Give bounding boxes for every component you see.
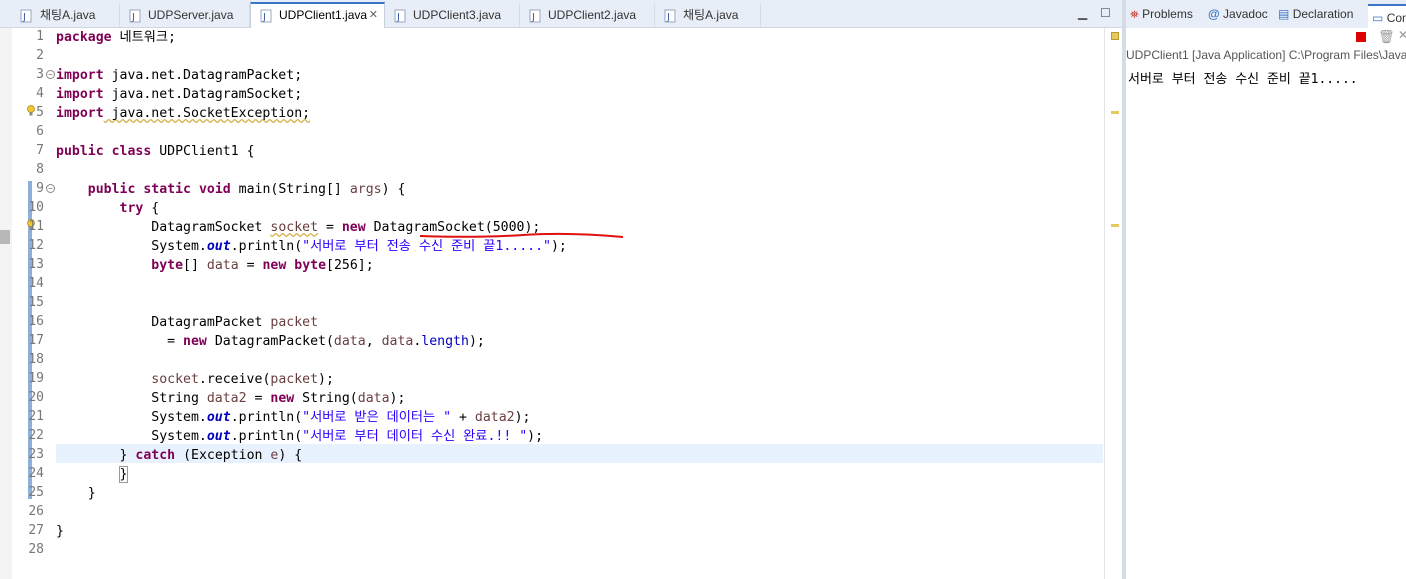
code-line-7: public class UDPClient1 { <box>56 144 255 159</box>
code-line-3: import java.net.DatagramPacket; <box>56 68 303 83</box>
warning-summary-icon[interactable] <box>1111 32 1119 40</box>
code-line-16: DatagramPacket packet <box>151 315 319 330</box>
code-line-4: import java.net.DatagramSocket; <box>56 87 303 102</box>
line-number: 21 <box>28 409 44 424</box>
java-file-icon: J <box>260 9 272 23</box>
tab-label: UDPClient2.java <box>548 8 637 22</box>
java-file-icon: J <box>394 9 406 23</box>
line-number: 11 <box>28 219 44 234</box>
tab-label: UDPServer.java <box>148 8 234 22</box>
code-line-1: package 네트워크; <box>56 30 176 45</box>
console-header: UDPClient1 [Java Application] C:\Program… <box>1126 48 1406 62</box>
tab-declaration[interactable]: ▤ Declaration <box>1278 7 1353 21</box>
panel-separator[interactable] <box>1122 0 1126 579</box>
svg-text:J: J <box>396 12 400 23</box>
remove-all-icon[interactable]: ✕ <box>1398 28 1406 42</box>
close-icon[interactable]: ✕ <box>369 4 378 27</box>
line-number: 16 <box>28 314 44 329</box>
problems-icon: ⛯ <box>1130 9 1139 21</box>
line-number: 27 <box>28 523 44 538</box>
overview-warning-marker[interactable] <box>1111 224 1119 227</box>
line-numbers: 1 2 3 4 5 6 7 8 9 10 11 12 13 14 15 16 17 18 19 20 21 22 23 24 2… <box>0 28 46 579</box>
java-file-icon: J <box>529 9 541 23</box>
tab-label: UDPClient1.java <box>279 8 368 22</box>
code-line-27: } <box>56 524 64 539</box>
editor-tab[interactable]: J UDPClient2.java <box>520 4 655 27</box>
tab-label: 채팅A.java <box>683 8 739 22</box>
code-line-25: } <box>87 486 96 501</box>
code-line-17: = new DatagramPacket(data, data.length); <box>159 334 485 349</box>
line-number: 22 <box>28 428 44 443</box>
editor-tab[interactable]: J UDPServer.java <box>120 4 250 27</box>
javadoc-icon: @ <box>1208 7 1220 21</box>
maximize-icon[interactable]: ☐ <box>1100 6 1111 20</box>
java-file-icon: J <box>129 9 141 23</box>
svg-text:J: J <box>22 12 26 23</box>
line-number: 19 <box>28 371 44 386</box>
line-number: 28 <box>28 542 44 557</box>
console-output[interactable]: 서버로 부터 전송 수신 준비 끝1..... <box>1128 68 1358 87</box>
tab-javadoc[interactable]: @ Javadoc <box>1208 7 1268 21</box>
svg-text:J: J <box>262 12 266 23</box>
minimize-icon[interactable]: ▁ <box>1078 6 1087 20</box>
line-number: 14 <box>28 276 44 291</box>
java-file-icon: J <box>20 9 32 23</box>
console-icon: ▭ <box>1372 11 1384 25</box>
editor-tab[interactable]: J 채팅A.java <box>0 4 120 27</box>
line-number: 24 <box>28 466 44 481</box>
svg-text:J: J <box>531 12 535 23</box>
code-line-13: byte[] data = new byte[256]; <box>151 258 374 273</box>
code-area[interactable]: package 네트워크; import java.net.DatagramPa… <box>56 28 1104 579</box>
editor-tab-bar: J 채팅A.java J UDPServer.java J UDPClient1… <box>0 0 1122 28</box>
svg-text:J: J <box>131 12 135 23</box>
line-number: 18 <box>28 352 44 367</box>
java-file-icon: J <box>664 9 676 23</box>
line-number: 26 <box>28 504 44 519</box>
overview-warning-marker[interactable] <box>1111 111 1119 114</box>
code-line-9: public static void main(String[] args) { <box>87 182 406 197</box>
remove-launch-icon[interactable]: 🗑 <box>1378 29 1395 45</box>
line-number: 13 <box>28 257 44 272</box>
code-line-19: socket.receive(packet); <box>151 372 334 387</box>
line-number: 23 <box>28 447 44 462</box>
red-underline-annotation <box>419 232 624 238</box>
code-line-5: import java.net.SocketException; <box>56 106 311 121</box>
editor-tab-active[interactable]: J UDPClient1.java ✕ <box>250 2 385 28</box>
line-number: 5 <box>36 105 44 120</box>
code-line-24: } <box>118 466 129 483</box>
console-tab-bar: ⛯ Problems @ Javadoc ▤ Declaration ▭ Con <box>1126 0 1406 29</box>
line-number: 9 <box>36 181 44 196</box>
tab-label: UDPClient3.java <box>413 8 502 22</box>
code-line-10: try { <box>119 201 160 216</box>
line-number: 10 <box>28 200 44 215</box>
fold-collapse-icon[interactable]: − <box>46 184 55 193</box>
tab-console[interactable]: ▭ Con <box>1368 4 1406 28</box>
fold-collapse-icon[interactable]: − <box>46 70 55 79</box>
overview-ruler[interactable] <box>1104 28 1123 579</box>
line-number: 3 <box>36 67 44 82</box>
line-number: 8 <box>36 162 44 177</box>
terminate-icon[interactable] <box>1356 32 1366 42</box>
line-number: 20 <box>28 390 44 405</box>
tab-label: 채팅A.java <box>40 8 96 22</box>
code-line-20: String data2 = new String(data); <box>151 391 406 406</box>
line-number: 6 <box>36 124 44 139</box>
editor-tab[interactable]: J UDPClient3.java <box>385 4 520 27</box>
declaration-icon: ▤ <box>1278 7 1290 21</box>
editor-tab[interactable]: J 채팅A.java <box>655 4 761 27</box>
line-number: 2 <box>36 48 44 63</box>
line-number: 25 <box>28 485 44 500</box>
console-toolbar: 🗑 ✕ <box>1126 28 1406 48</box>
line-number: 1 <box>36 29 44 44</box>
line-number: 15 <box>28 295 44 310</box>
svg-text:J: J <box>666 12 670 23</box>
code-line-22: System.out.println("서버로 부터 데이터 수신 완료.!! … <box>151 429 544 444</box>
tab-problems[interactable]: ⛯ Problems <box>1130 7 1193 22</box>
line-number: 12 <box>28 238 44 253</box>
code-line-23: } catch (Exception e) { <box>119 448 303 463</box>
line-number: 7 <box>36 143 44 158</box>
code-line-21: System.out.println("서버로 받은 데이터는 " + data… <box>151 410 531 425</box>
line-number: 17 <box>28 333 44 348</box>
line-number: 4 <box>36 86 44 101</box>
